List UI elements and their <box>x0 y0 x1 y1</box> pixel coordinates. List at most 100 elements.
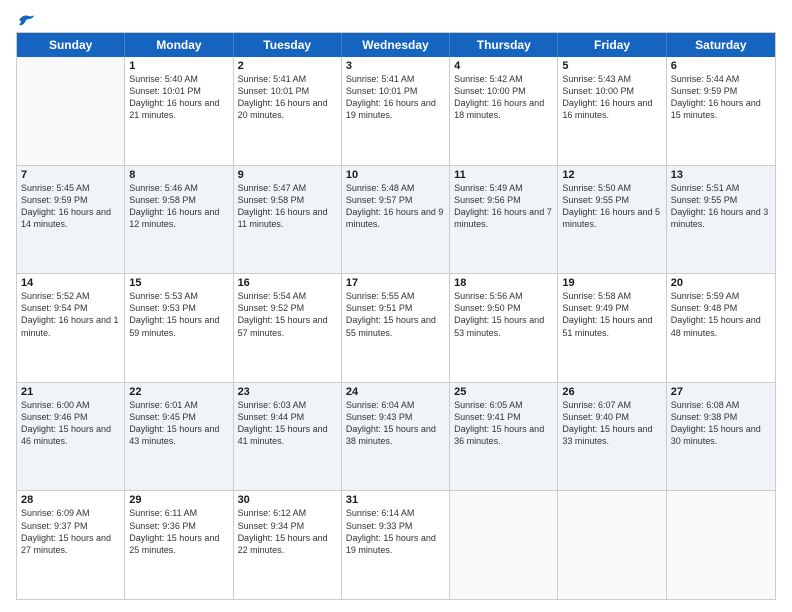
cell-sun-info: Sunrise: 6:04 AM Sunset: 9:43 PM Dayligh… <box>346 399 445 448</box>
weekday-header-monday: Monday <box>125 33 233 57</box>
calendar-cell-r2c3: 9Sunrise: 5:47 AM Sunset: 9:58 PM Daylig… <box>234 166 342 274</box>
cell-sun-info: Sunrise: 5:59 AM Sunset: 9:48 PM Dayligh… <box>671 290 771 339</box>
calendar-cell-r4c3: 23Sunrise: 6:03 AM Sunset: 9:44 PM Dayli… <box>234 383 342 491</box>
day-number: 15 <box>129 277 228 289</box>
calendar-cell-r3c7: 20Sunrise: 5:59 AM Sunset: 9:48 PM Dayli… <box>667 274 775 382</box>
calendar-cell-r3c1: 14Sunrise: 5:52 AM Sunset: 9:54 PM Dayli… <box>17 274 125 382</box>
cell-sun-info: Sunrise: 5:43 AM Sunset: 10:00 PM Daylig… <box>562 73 661 122</box>
day-number: 18 <box>454 277 553 289</box>
page: SundayMondayTuesdayWednesdayThursdayFrid… <box>0 0 792 612</box>
day-number: 29 <box>129 494 228 506</box>
day-number: 2 <box>238 60 337 72</box>
cell-sun-info: Sunrise: 5:45 AM Sunset: 9:59 PM Dayligh… <box>21 182 120 231</box>
cell-sun-info: Sunrise: 6:11 AM Sunset: 9:36 PM Dayligh… <box>129 507 228 556</box>
cell-sun-info: Sunrise: 6:09 AM Sunset: 9:37 PM Dayligh… <box>21 507 120 556</box>
calendar-cell-r1c2: 1Sunrise: 5:40 AM Sunset: 10:01 PM Dayli… <box>125 57 233 165</box>
cell-sun-info: Sunrise: 5:56 AM Sunset: 9:50 PM Dayligh… <box>454 290 553 339</box>
cell-sun-info: Sunrise: 6:07 AM Sunset: 9:40 PM Dayligh… <box>562 399 661 448</box>
calendar-row-3: 14Sunrise: 5:52 AM Sunset: 9:54 PM Dayli… <box>17 273 775 382</box>
day-number: 24 <box>346 386 445 398</box>
calendar-cell-r2c5: 11Sunrise: 5:49 AM Sunset: 9:56 PM Dayli… <box>450 166 558 274</box>
calendar-cell-r2c7: 13Sunrise: 5:51 AM Sunset: 9:55 PM Dayli… <box>667 166 775 274</box>
weekday-header-tuesday: Tuesday <box>234 33 342 57</box>
cell-sun-info: Sunrise: 5:55 AM Sunset: 9:51 PM Dayligh… <box>346 290 445 339</box>
day-number: 12 <box>562 169 661 181</box>
day-number: 14 <box>21 277 120 289</box>
cell-sun-info: Sunrise: 6:03 AM Sunset: 9:44 PM Dayligh… <box>238 399 337 448</box>
calendar-cell-r4c1: 21Sunrise: 6:00 AM Sunset: 9:46 PM Dayli… <box>17 383 125 491</box>
calendar-cell-r4c2: 22Sunrise: 6:01 AM Sunset: 9:45 PM Dayli… <box>125 383 233 491</box>
calendar-cell-r5c3: 30Sunrise: 6:12 AM Sunset: 9:34 PM Dayli… <box>234 491 342 599</box>
calendar-cell-r1c5: 4Sunrise: 5:42 AM Sunset: 10:00 PM Dayli… <box>450 57 558 165</box>
logo-bird-icon <box>17 12 35 28</box>
calendar-cell-r5c1: 28Sunrise: 6:09 AM Sunset: 9:37 PM Dayli… <box>17 491 125 599</box>
calendar-cell-r4c6: 26Sunrise: 6:07 AM Sunset: 9:40 PM Dayli… <box>558 383 666 491</box>
day-number: 28 <box>21 494 120 506</box>
day-number: 7 <box>21 169 120 181</box>
weekday-header-thursday: Thursday <box>450 33 558 57</box>
weekday-header-wednesday: Wednesday <box>342 33 450 57</box>
calendar-cell-r4c4: 24Sunrise: 6:04 AM Sunset: 9:43 PM Dayli… <box>342 383 450 491</box>
cell-sun-info: Sunrise: 5:47 AM Sunset: 9:58 PM Dayligh… <box>238 182 337 231</box>
day-number: 21 <box>21 386 120 398</box>
day-number: 6 <box>671 60 771 72</box>
cell-sun-info: Sunrise: 6:12 AM Sunset: 9:34 PM Dayligh… <box>238 507 337 556</box>
day-number: 25 <box>454 386 553 398</box>
calendar-body: 1Sunrise: 5:40 AM Sunset: 10:01 PM Dayli… <box>17 57 775 599</box>
day-number: 3 <box>346 60 445 72</box>
day-number: 5 <box>562 60 661 72</box>
calendar-cell-r5c4: 31Sunrise: 6:14 AM Sunset: 9:33 PM Dayli… <box>342 491 450 599</box>
calendar: SundayMondayTuesdayWednesdayThursdayFrid… <box>16 32 776 600</box>
cell-sun-info: Sunrise: 6:14 AM Sunset: 9:33 PM Dayligh… <box>346 507 445 556</box>
calendar-row-1: 1Sunrise: 5:40 AM Sunset: 10:01 PM Dayli… <box>17 57 775 165</box>
calendar-row-2: 7Sunrise: 5:45 AM Sunset: 9:59 PM Daylig… <box>17 165 775 274</box>
calendar-cell-r2c2: 8Sunrise: 5:46 AM Sunset: 9:58 PM Daylig… <box>125 166 233 274</box>
calendar-row-5: 28Sunrise: 6:09 AM Sunset: 9:37 PM Dayli… <box>17 490 775 599</box>
cell-sun-info: Sunrise: 5:44 AM Sunset: 9:59 PM Dayligh… <box>671 73 771 122</box>
day-number: 20 <box>671 277 771 289</box>
day-number: 22 <box>129 386 228 398</box>
day-number: 31 <box>346 494 445 506</box>
calendar-cell-r3c5: 18Sunrise: 5:56 AM Sunset: 9:50 PM Dayli… <box>450 274 558 382</box>
logo <box>16 12 36 24</box>
calendar-cell-r5c2: 29Sunrise: 6:11 AM Sunset: 9:36 PM Dayli… <box>125 491 233 599</box>
calendar-cell-r1c1 <box>17 57 125 165</box>
cell-sun-info: Sunrise: 5:52 AM Sunset: 9:54 PM Dayligh… <box>21 290 120 339</box>
cell-sun-info: Sunrise: 6:01 AM Sunset: 9:45 PM Dayligh… <box>129 399 228 448</box>
calendar-cell-r1c6: 5Sunrise: 5:43 AM Sunset: 10:00 PM Dayli… <box>558 57 666 165</box>
day-number: 13 <box>671 169 771 181</box>
cell-sun-info: Sunrise: 5:50 AM Sunset: 9:55 PM Dayligh… <box>562 182 661 231</box>
day-number: 8 <box>129 169 228 181</box>
cell-sun-info: Sunrise: 5:40 AM Sunset: 10:01 PM Daylig… <box>129 73 228 122</box>
weekday-header-saturday: Saturday <box>667 33 775 57</box>
day-number: 26 <box>562 386 661 398</box>
cell-sun-info: Sunrise: 6:08 AM Sunset: 9:38 PM Dayligh… <box>671 399 771 448</box>
cell-sun-info: Sunrise: 5:41 AM Sunset: 10:01 PM Daylig… <box>346 73 445 122</box>
calendar-cell-r2c4: 10Sunrise: 5:48 AM Sunset: 9:57 PM Dayli… <box>342 166 450 274</box>
cell-sun-info: Sunrise: 5:49 AM Sunset: 9:56 PM Dayligh… <box>454 182 553 231</box>
cell-sun-info: Sunrise: 6:00 AM Sunset: 9:46 PM Dayligh… <box>21 399 120 448</box>
calendar-cell-r2c6: 12Sunrise: 5:50 AM Sunset: 9:55 PM Dayli… <box>558 166 666 274</box>
day-number: 9 <box>238 169 337 181</box>
cell-sun-info: Sunrise: 5:54 AM Sunset: 9:52 PM Dayligh… <box>238 290 337 339</box>
calendar-cell-r1c7: 6Sunrise: 5:44 AM Sunset: 9:59 PM Daylig… <box>667 57 775 165</box>
day-number: 10 <box>346 169 445 181</box>
weekday-header-friday: Friday <box>558 33 666 57</box>
calendar-row-4: 21Sunrise: 6:00 AM Sunset: 9:46 PM Dayli… <box>17 382 775 491</box>
cell-sun-info: Sunrise: 5:46 AM Sunset: 9:58 PM Dayligh… <box>129 182 228 231</box>
day-number: 1 <box>129 60 228 72</box>
weekday-header-sunday: Sunday <box>17 33 125 57</box>
calendar-cell-r4c7: 27Sunrise: 6:08 AM Sunset: 9:38 PM Dayli… <box>667 383 775 491</box>
calendar-cell-r3c6: 19Sunrise: 5:58 AM Sunset: 9:49 PM Dayli… <box>558 274 666 382</box>
calendar-cell-r3c3: 16Sunrise: 5:54 AM Sunset: 9:52 PM Dayli… <box>234 274 342 382</box>
calendar-cell-r5c5 <box>450 491 558 599</box>
header <box>16 12 776 24</box>
day-number: 19 <box>562 277 661 289</box>
calendar-cell-r4c5: 25Sunrise: 6:05 AM Sunset: 9:41 PM Dayli… <box>450 383 558 491</box>
cell-sun-info: Sunrise: 5:51 AM Sunset: 9:55 PM Dayligh… <box>671 182 771 231</box>
calendar-cell-r2c1: 7Sunrise: 5:45 AM Sunset: 9:59 PM Daylig… <box>17 166 125 274</box>
day-number: 27 <box>671 386 771 398</box>
calendar-cell-r5c7 <box>667 491 775 599</box>
calendar-header: SundayMondayTuesdayWednesdayThursdayFrid… <box>17 33 775 57</box>
day-number: 4 <box>454 60 553 72</box>
